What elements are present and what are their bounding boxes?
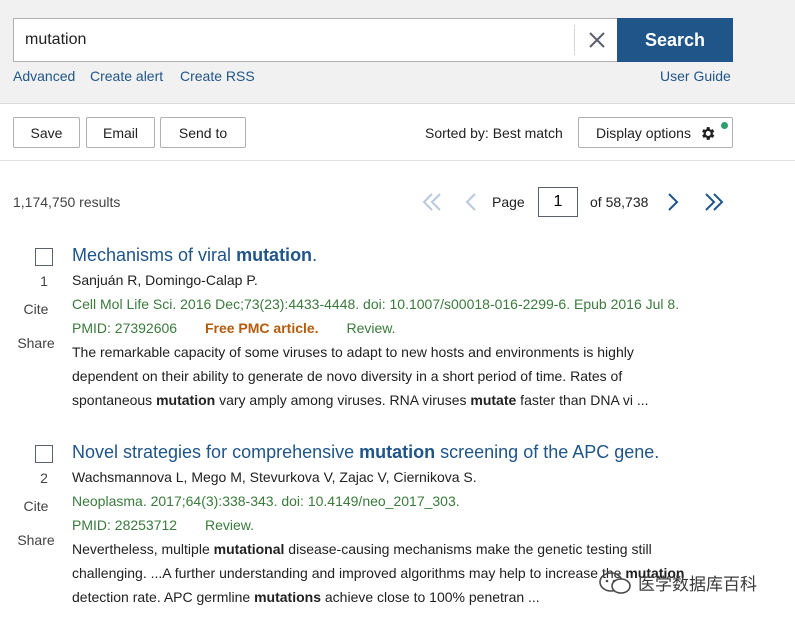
search-input[interactable]: [14, 19, 574, 61]
first-page-icon[interactable]: [421, 192, 443, 212]
result-number: 1: [40, 273, 48, 289]
pmid: PMID: 27392606: [72, 320, 178, 336]
last-page-icon[interactable]: [703, 192, 725, 212]
result-authors: Sanjuán R, Domingo-Calap P.: [72, 272, 258, 288]
free-pmc-badge: Free PMC article.: [204, 320, 319, 336]
result-snippet: The remarkable capacity of some viruses …: [72, 344, 649, 408]
search-box: [13, 18, 618, 62]
create-alert-link[interactable]: Create alert: [90, 68, 163, 84]
page-total: of 58,738: [590, 194, 649, 210]
result-checkbox[interactable]: [35, 445, 53, 463]
result-checkbox[interactable]: [35, 248, 53, 266]
save-button[interactable]: Save: [13, 117, 80, 148]
search-button[interactable]: Search: [617, 18, 733, 62]
watermark-text: 医学数据库百科: [638, 575, 757, 594]
result-citation: Cell Mol Life Sci. 2016 Dec;73(23):4433-…: [72, 296, 680, 312]
gear-icon: [702, 127, 715, 140]
status-dot: [721, 122, 728, 129]
result-authors: Wachsmannova L, Mego M, Stevurkova V, Za…: [72, 469, 477, 485]
next-page-icon[interactable]: [666, 192, 680, 212]
watermark: 医学数据库百科: [598, 570, 757, 595]
page-number-input[interactable]: [538, 187, 578, 217]
sort-selector[interactable]: Sorted by: Best match: [425, 125, 563, 141]
review-badge: Review.: [204, 517, 254, 533]
advanced-link[interactable]: Advanced: [13, 68, 75, 84]
result-title-link[interactable]: Mechanisms of viral mutation.: [72, 245, 317, 266]
display-options-button[interactable]: Display options: [578, 117, 733, 148]
send-to-button[interactable]: Send to: [160, 117, 246, 148]
page-label: Page: [492, 194, 525, 210]
results-toolbar: Save Email Send to Sorted by: Best match…: [0, 104, 795, 161]
result-number: 2: [40, 470, 48, 486]
share-link[interactable]: Share: [13, 532, 59, 548]
results-count: 1,174,750 results: [13, 194, 121, 210]
result-citation: Neoplasma. 2017;64(3):338-343. doi: 10.4…: [72, 493, 460, 509]
cite-link[interactable]: Cite: [13, 498, 59, 514]
previous-page-icon[interactable]: [464, 192, 478, 212]
result-meta: PMID: 27392606 Free PMC article. Review.: [72, 320, 396, 336]
cite-link[interactable]: Cite: [13, 301, 59, 317]
result-title-link[interactable]: Novel strategies for comprehensive mutat…: [72, 442, 659, 463]
pmid: PMID: 28253712: [72, 517, 178, 533]
share-link[interactable]: Share: [13, 335, 59, 351]
email-button[interactable]: Email: [86, 117, 155, 148]
result-meta: PMID: 28253712 Review.: [72, 517, 254, 533]
chat-logo-icon: [599, 571, 631, 594]
user-guide-link[interactable]: User Guide: [660, 68, 731, 84]
create-rss-link[interactable]: Create RSS: [180, 68, 255, 84]
display-options-label: Display options: [596, 124, 691, 141]
review-badge: Review.: [346, 320, 396, 336]
search-header: Search Advanced Create alert Create RSS …: [0, 0, 795, 104]
clear-search-button[interactable]: [574, 25, 618, 55]
close-icon: [588, 32, 605, 48]
